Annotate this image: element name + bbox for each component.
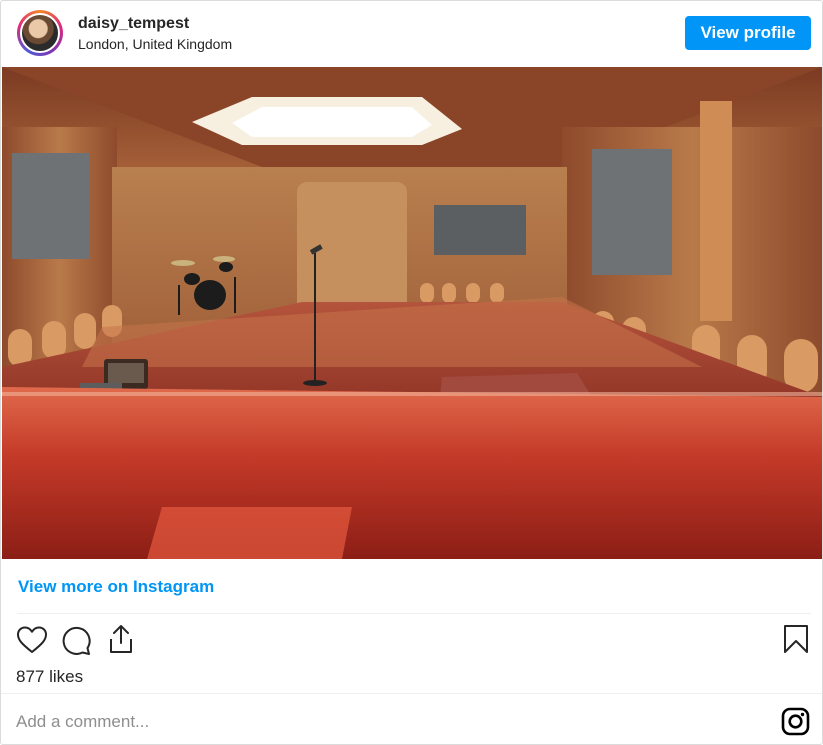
post-photo[interactable] — [2, 67, 822, 559]
view-more-on-instagram-link[interactable]: View more on Instagram — [18, 577, 214, 597]
username[interactable]: daisy_tempest — [78, 15, 189, 33]
instagram-embed-card: daisy_tempest London, United Kingdom Vie… — [0, 0, 823, 745]
post-header: daisy_tempest London, United Kingdom Vie… — [1, 1, 822, 66]
avatar[interactable] — [17, 10, 63, 56]
share-icon[interactable] — [105, 623, 137, 655]
instagram-icon[interactable] — [781, 707, 810, 736]
view-profile-button[interactable]: View profile — [685, 16, 811, 50]
comment-input[interactable] — [16, 712, 716, 732]
avatar-image — [20, 13, 60, 53]
like-count[interactable]: 877 likes — [16, 667, 83, 687]
bookmark-icon[interactable] — [781, 623, 811, 655]
divider — [1, 693, 822, 694]
divider — [17, 613, 811, 614]
location[interactable]: London, United Kingdom — [78, 36, 232, 52]
comment-icon[interactable] — [60, 625, 92, 655]
heart-icon[interactable] — [16, 625, 48, 655]
studio-photo — [2, 67, 822, 559]
